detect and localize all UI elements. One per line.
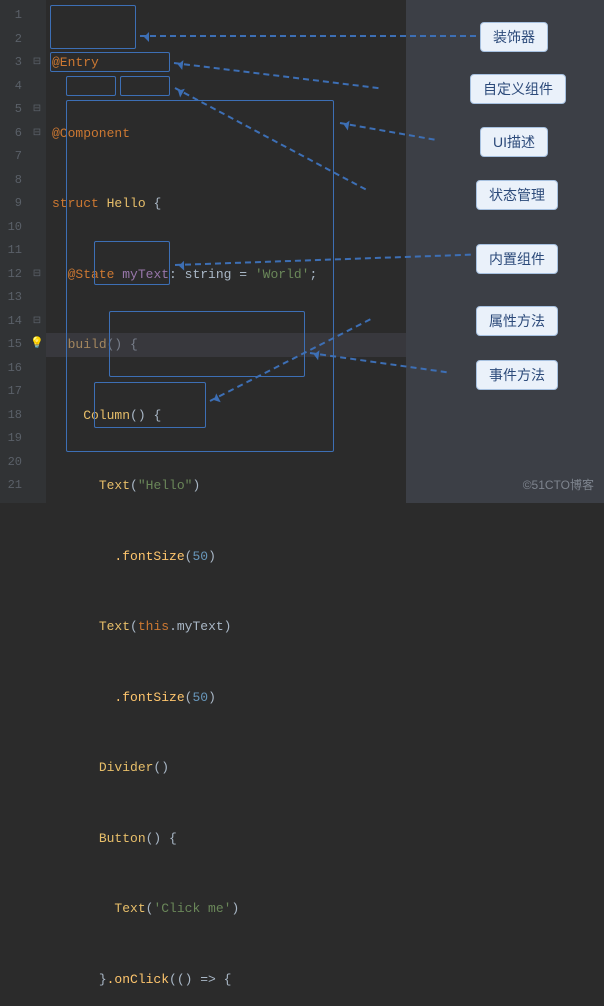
lightbulb-icon: 💡	[28, 333, 46, 357]
line-number-gutter: 123456789101112131415161718192021	[0, 0, 28, 503]
code-content: @Entry @Component struct Hello { @State …	[46, 0, 317, 503]
watermark-text: ©51CTO博客	[523, 476, 594, 493]
label-ui-desc: UI描述	[480, 127, 548, 157]
label-custom-component: 自定义组件	[470, 74, 566, 104]
label-decorator: 装饰器	[480, 22, 548, 52]
label-state-mgmt: 状态管理	[476, 180, 558, 210]
label-builtin: 内置组件	[476, 244, 558, 274]
fold-gutter: ⊟⊟⊟⊟⊟💡	[28, 0, 46, 503]
code-editor: 123456789101112131415161718192021 ⊟⊟⊟⊟⊟💡…	[0, 0, 406, 503]
label-attr: 属性方法	[476, 306, 558, 336]
label-event: 事件方法	[476, 360, 558, 390]
